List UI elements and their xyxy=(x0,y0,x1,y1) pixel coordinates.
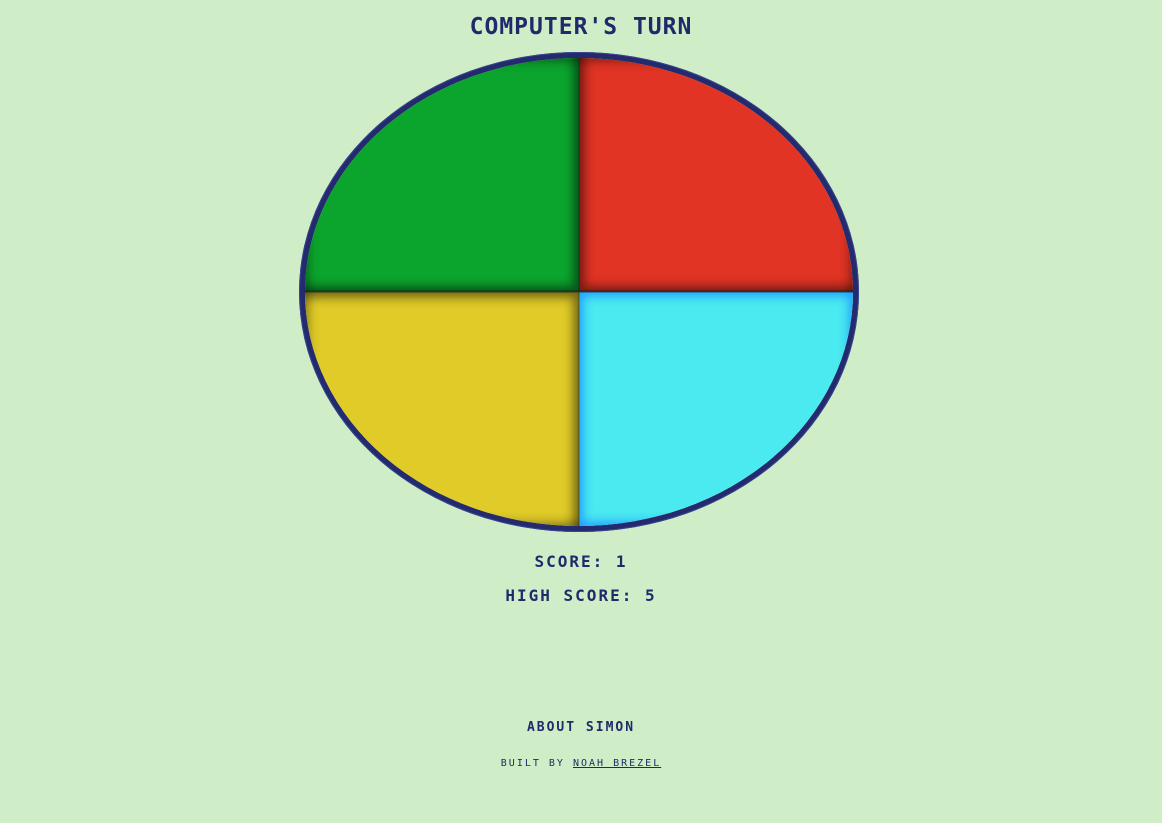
high-score-display: High Score: 5 xyxy=(505,586,657,605)
simon-board-face xyxy=(305,58,853,526)
blue-pad-lit[interactable] xyxy=(579,292,853,526)
yellow-pad[interactable] xyxy=(305,292,579,526)
built-by-prefix: Built by xyxy=(500,758,565,769)
author-link[interactable]: Noah Brezel xyxy=(573,758,661,769)
vertical-divider xyxy=(578,58,580,526)
red-pad[interactable] xyxy=(579,58,853,292)
about-simon-link[interactable]: About Simon xyxy=(0,720,1162,735)
built-by-credit: Built by Noah Brezel xyxy=(0,758,1162,769)
turn-status-title: Computer's Turn xyxy=(469,14,693,40)
green-pad[interactable] xyxy=(305,58,579,292)
simon-board xyxy=(299,52,859,532)
score-display: Score: 1 xyxy=(534,552,628,571)
